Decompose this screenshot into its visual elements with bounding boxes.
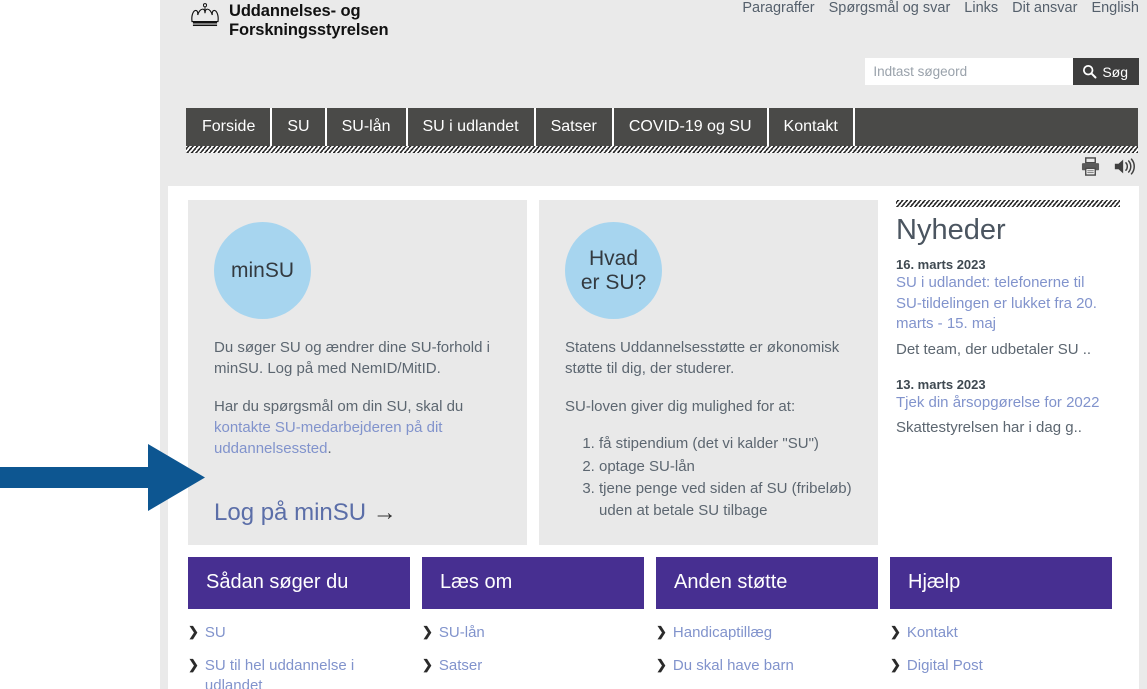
news-date: 16. marts 2023 — [896, 256, 986, 272]
top-link-links[interactable]: Links — [964, 0, 998, 16]
link-kontakt[interactable]: Kontakt — [907, 623, 958, 643]
chevron-right-icon: ❯ — [656, 656, 667, 672]
page-root: Uddannelses- og Forskningsstyrelsen Para… — [160, 0, 1147, 689]
crown-icon — [191, 3, 219, 27]
link-handicaptillaeg[interactable]: Handicaptillæg — [673, 623, 772, 643]
link-columns: Sådan søger du ❯ SU ❯ SU til hel uddannels… — [168, 545, 1139, 689]
link-du-skal-have-barn[interactable]: Du skal have barn — [673, 656, 794, 676]
link-column-title: Sådan søger du — [188, 556, 410, 609]
list-item: få stipendium (det vi kalder "SU") — [599, 433, 854, 455]
list-item: ❯ Kontakt — [890, 623, 1112, 643]
link-column-title: Hjælp — [890, 556, 1112, 609]
link-su-til-hel-uddannelse-i-udlandet[interactable]: SU til hel uddannelse i udlandet — [205, 656, 410, 689]
search-form: Søg — [865, 58, 1139, 85]
list-item: optage SU-lån — [599, 456, 854, 478]
chevron-right-icon: ❯ — [422, 656, 433, 672]
link-su[interactable]: SU — [205, 623, 226, 643]
hvad-er-su-list: få stipendium (det vi kalder "SU") optag… — [565, 433, 854, 522]
promo-cards-column: minSU Du søger SU og ændrer dine SU-forh… — [168, 200, 878, 545]
arrow-right-icon: → — [372, 498, 397, 526]
link-column-saadan-soeger-du: Sådan søger du ❯ SU ❯ SU til hel uddannels… — [188, 556, 410, 689]
nav-tab-su[interactable]: SU — [272, 108, 327, 146]
log-paa-minsu-link[interactable]: Log på minSU → — [214, 499, 397, 527]
news-item: 16. marts 2023 SU i udlandet: telefonern… — [896, 257, 1111, 361]
top-link-spoergsmaal-og-svar[interactable]: Spørgsmål og svar — [829, 0, 951, 16]
search-button[interactable]: Søg — [1073, 58, 1139, 85]
link-su-laan[interactable]: SU-lån — [439, 623, 485, 643]
search-input[interactable] — [865, 58, 1074, 85]
search-icon — [1083, 64, 1097, 79]
content-container: minSU Du søger SU og ændrer dine SU-forh… — [168, 186, 1139, 689]
chevron-right-icon: ❯ — [890, 623, 901, 639]
nav-tab-satser[interactable]: Satser — [536, 108, 614, 146]
main-nav-tabs: Forside SU SU-lån SU i udlandet Satser C… — [186, 108, 1138, 146]
top-utility-links: Paragraffer Spørgsmål og svar Links Dit … — [742, 0, 1139, 16]
chevron-right-icon: ❯ — [422, 623, 433, 639]
nav-tab-forside[interactable]: Forside — [186, 108, 273, 146]
hvad-er-su-circle-badge: Hvad er SU? — [565, 222, 662, 319]
chevron-right-icon: ❯ — [188, 623, 199, 639]
chevron-right-icon: ❯ — [188, 656, 199, 672]
top-link-dit-ansvar[interactable]: Dit ansvar — [1012, 0, 1077, 16]
link-column-title: Læs om — [422, 556, 644, 609]
card-hvad-er-su: Hvad er SU? Statens Uddannelsesstøtte er… — [539, 200, 878, 545]
hvad-er-su-paragraph-2: SU-loven giver dig mulighed for at: — [565, 397, 796, 415]
minsu-paragraph-1: Du søger SU og ændrer dine SU-forhold i … — [214, 339, 490, 378]
nav-filler — [855, 108, 1138, 146]
list-item: ❯ Digital Post — [890, 656, 1112, 676]
nav-tab-su-laan[interactable]: SU-lån — [327, 108, 408, 146]
nav-tab-kontakt[interactable]: Kontakt — [769, 108, 855, 146]
link-column-laes-om: Læs om ❯SU-lån ❯Satser ❯Så meget må du t… — [422, 556, 644, 689]
news-item: 13. marts 2023 Tjek din årsopgørelse for… — [896, 377, 1111, 439]
nav-hatched-divider — [186, 146, 1138, 153]
main-navigation: Forside SU SU-lån SU i udlandet Satser C… — [186, 108, 1138, 153]
link-column-hjaelp: Hjælp ❯Kontakt ❯Digital Post ❯NemID/MitI… — [890, 556, 1112, 689]
chevron-right-icon: ❯ — [890, 656, 901, 672]
minsu-paragraph-2-after: . — [327, 440, 332, 458]
site-header: Uddannelses- og Forskningsstyrelsen Para… — [160, 0, 1147, 100]
news-title: Nyheder — [896, 214, 1006, 246]
news-headline[interactable]: SU i udlandet: telefonerne til SU-tildel… — [896, 273, 1111, 335]
log-paa-minsu-label: Log på minSU — [214, 498, 367, 526]
link-column-anden-stoette: Anden støtte ❯ Handicaptillæg ❯ Du skal ha… — [656, 556, 878, 689]
chevron-right-icon: ❯ — [656, 623, 667, 639]
speaker-icon[interactable] — [1113, 157, 1137, 176]
link-column-title: Anden støtte — [656, 556, 878, 609]
list-item: ❯ SU — [188, 623, 410, 643]
link-satser[interactable]: Satser — [439, 656, 482, 676]
news-teaser: Det team, der udbetaler SU .. — [896, 340, 1092, 358]
link-digital-post[interactable]: Digital Post — [907, 656, 983, 676]
list-item: ❯ Handicaptillæg — [656, 623, 878, 643]
printer-icon[interactable] — [1080, 157, 1101, 176]
minsu-paragraph-2-before: Har du spørgsmål om din SU, skal du — [214, 397, 464, 415]
news-teaser: Skattestyrelsen har i dag g.. — [896, 419, 1082, 437]
news-column: Nyheder 16. marts 2023 SU i udlandet: te… — [878, 200, 1120, 545]
hvad-er-su-paragraph-1: Statens Uddannelsesstøtte er økonomisk s… — [565, 339, 840, 378]
news-hatched-divider — [896, 200, 1120, 207]
list-item: ❯ Satser — [422, 656, 644, 676]
list-item: ❯ SU-lån — [422, 623, 644, 643]
card-minsu: minSU Du søger SU og ændrer dine SU-forh… — [188, 200, 527, 545]
list-item: ❯ Du skal have barn — [656, 656, 878, 676]
list-item: tjene penge ved siden af SU (fribeløb) u… — [599, 478, 854, 522]
news-date: 13. marts 2023 — [896, 376, 986, 392]
minsu-circle-badge: minSU — [214, 222, 311, 319]
logo-text: Uddannelses- og Forskningsstyrelsen — [229, 2, 389, 40]
list-item: ❯ SU til hel uddannelse i udlandet — [188, 656, 410, 689]
search-button-label: Søg — [1102, 63, 1128, 80]
nav-tab-su-i-udlandet[interactable]: SU i udlandet — [408, 108, 536, 146]
top-link-english[interactable]: English — [1091, 0, 1139, 16]
site-logo[interactable]: Uddannelses- og Forskningsstyrelsen — [186, 2, 389, 41]
minsu-paragraph-2: Har du spørgsmål om din SU, skal du kont… — [214, 396, 503, 460]
nav-tab-covid-19-og-su[interactable]: COVID-19 og SU — [614, 108, 769, 146]
page-tools — [1080, 157, 1137, 176]
top-link-paragraffer[interactable]: Paragraffer — [742, 0, 814, 16]
news-headline[interactable]: Tjek din årsopgørelse for 2022 — [896, 393, 1111, 414]
